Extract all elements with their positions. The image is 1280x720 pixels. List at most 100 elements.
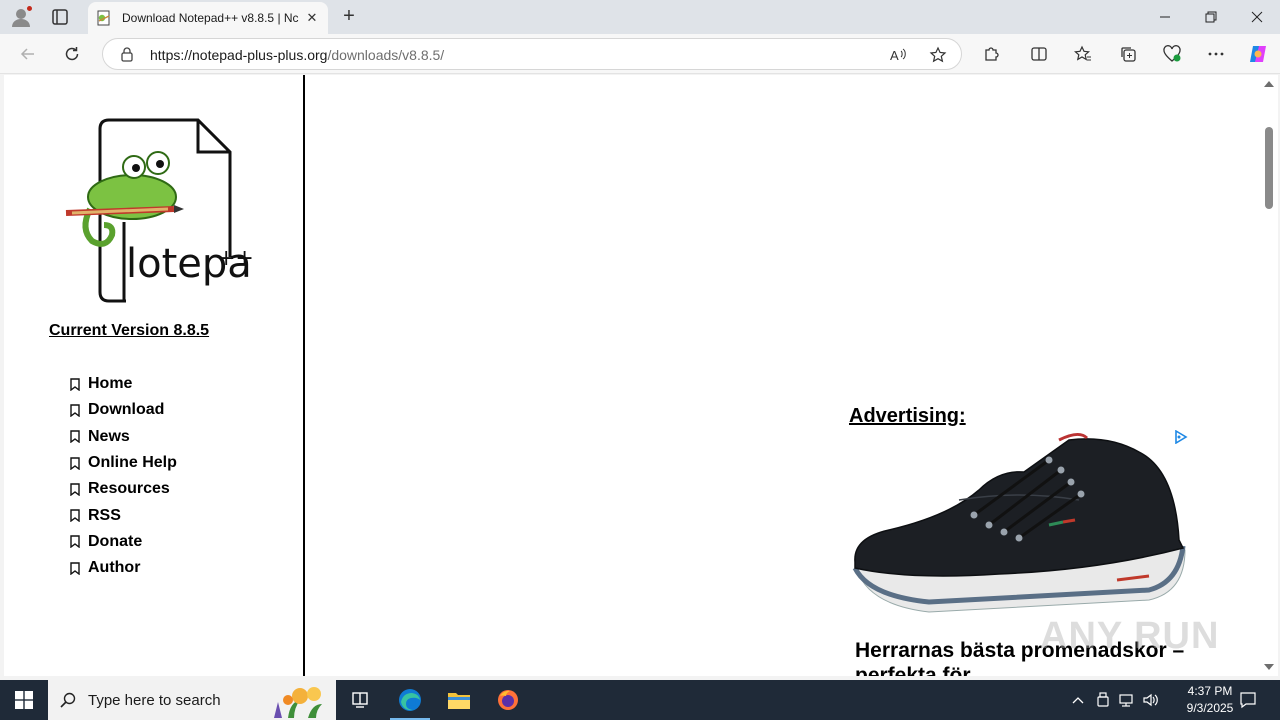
bookmark-icon — [70, 535, 80, 549]
taskbar-file-explorer[interactable] — [435, 680, 483, 720]
sidebar-item-online-help[interactable]: Online Help — [70, 450, 177, 476]
notepad-favicon-icon — [97, 10, 110, 26]
refresh-button[interactable] — [60, 42, 84, 66]
nav-label: Resources — [88, 480, 170, 498]
back-arrow-icon — [20, 48, 34, 60]
heart-pulse-icon — [1163, 45, 1181, 62]
notification-dot — [26, 5, 33, 12]
collections-button[interactable] — [1116, 42, 1140, 66]
scroll-up-icon[interactable] — [1264, 81, 1274, 87]
scroll-thumb[interactable] — [1265, 127, 1273, 209]
profile-button[interactable] — [10, 5, 33, 28]
device-tray-icon[interactable] — [1094, 680, 1112, 720]
tab-actions-button[interactable] — [50, 7, 70, 27]
chevron-up-icon — [1072, 697, 1084, 704]
sidebar-item-resources[interactable]: Resources — [70, 476, 177, 502]
search-highlight-flowers-icon — [274, 687, 322, 718]
scroll-down-icon[interactable] — [1264, 664, 1274, 670]
site-info-icon[interactable] — [119, 46, 135, 62]
url-path: /downloads/v8.8.5/ — [327, 47, 445, 63]
favorites-icon — [1074, 45, 1091, 61]
windows-logo-icon — [15, 691, 33, 709]
url-text[interactable]: https://notepad-plus-plus.org/downloads/… — [150, 47, 444, 63]
minimize-icon[interactable] — [1142, 0, 1188, 34]
favorite-star-icon[interactable] — [929, 46, 947, 64]
tab-actions-icon — [52, 9, 68, 25]
address-bar[interactable]: https://notepad-plus-plus.org/downloads/… — [102, 38, 962, 70]
browser-essentials-button[interactable] — [1160, 42, 1184, 66]
svg-text:++: ++ — [217, 246, 252, 271]
nav-label: Online Help — [88, 454, 177, 472]
more-dots-icon — [1208, 52, 1224, 56]
advertising-heading: Advertising: — [849, 405, 966, 427]
notifications-button[interactable] — [1236, 680, 1260, 720]
search-icon — [60, 692, 76, 708]
tab-strip: Download Notepad++ v8.8.5 | Nc ✕ + — [0, 0, 1280, 34]
show-hidden-icons-button[interactable] — [1068, 680, 1088, 720]
puzzle-icon — [985, 47, 999, 61]
browser-toolbar: https://notepad-plus-plus.org/downloads/… — [0, 34, 1280, 74]
back-button[interactable] — [16, 42, 40, 66]
sidebar-item-rss[interactable]: RSS — [70, 502, 177, 528]
copilot-icon — [1250, 46, 1266, 62]
sidebar-item-home[interactable]: Home — [70, 371, 177, 397]
nav-label: RSS — [88, 506, 121, 524]
bookmark-icon — [70, 404, 80, 417]
sidebar-item-news[interactable]: News — [70, 424, 177, 450]
read-aloud-icon[interactable]: A — [889, 46, 907, 64]
tab-notepad-download[interactable]: Download Notepad++ v8.8.5 | Nc ✕ — [88, 2, 328, 34]
nav-label: Home — [88, 375, 133, 393]
firefox-icon — [498, 690, 518, 710]
network-tray-icon[interactable] — [1116, 680, 1136, 720]
ad-shoe-image[interactable] — [849, 430, 1189, 625]
new-tab-icon[interactable]: + — [338, 6, 360, 28]
bookmark-icon — [70, 377, 80, 391]
page-content: lotepad ++ Current Version 8.8.5 Home Do… — [4, 75, 1260, 676]
split-screen-icon — [1031, 47, 1047, 61]
network-icon — [1119, 694, 1133, 707]
sidebar-nav: Home Download News Online Help Resources… — [70, 371, 177, 581]
bookmark-icon — [70, 562, 80, 575]
taskbar-search[interactable]: Type here to search — [48, 680, 336, 720]
favorites-button[interactable] — [1071, 42, 1095, 66]
start-button[interactable] — [0, 680, 48, 720]
task-view-icon — [352, 692, 368, 708]
taskbar-firefox[interactable] — [484, 680, 532, 720]
usb-device-icon — [1097, 692, 1109, 707]
close-window-icon[interactable] — [1234, 0, 1280, 34]
refresh-icon — [65, 47, 79, 61]
settings-more-button[interactable] — [1204, 42, 1228, 66]
nav-label: Download — [88, 401, 165, 419]
speaker-icon — [1143, 693, 1158, 707]
copilot-button[interactable] — [1246, 42, 1270, 66]
sidebar-item-download[interactable]: Download — [70, 397, 177, 423]
notification-center-icon — [1240, 692, 1256, 709]
bookmark-icon — [70, 509, 80, 523]
current-version-link[interactable]: Current Version 8.8.5 — [49, 322, 209, 340]
notepad-plus-plus-logo[interactable]: lotepad ++ — [62, 117, 252, 303]
split-screen-button[interactable] — [1027, 42, 1051, 66]
taskbar-edge[interactable] — [386, 680, 434, 720]
restore-icon[interactable] — [1188, 0, 1234, 34]
sidebar-item-author[interactable]: Author — [70, 555, 177, 581]
anyrun-watermark: ANY RUN — [1040, 615, 1220, 657]
svg-text:A: A — [890, 48, 899, 63]
tab-title: Download Notepad++ v8.8.5 | Nc — [122, 11, 299, 25]
bookmark-icon — [70, 456, 80, 470]
extensions-button[interactable] — [979, 42, 1003, 66]
sidebar-item-donate[interactable]: Donate — [70, 529, 177, 555]
nav-label: Donate — [88, 532, 143, 550]
windows-taskbar: Type here to search 4:37 PM 9/3/2025 — [0, 680, 1280, 720]
nav-label: News — [88, 427, 130, 445]
sidebar: lotepad ++ Current Version 8.8.5 Home Do… — [4, 75, 305, 676]
volume-tray-icon[interactable] — [1140, 680, 1162, 720]
close-tab-icon[interactable]: ✕ — [304, 10, 320, 26]
adchoices-icon[interactable] — [1174, 430, 1188, 444]
collections-icon — [1121, 47, 1136, 62]
url-host: https://notepad-plus-plus.org — [150, 47, 328, 63]
nav-label: Author — [88, 559, 141, 577]
page-scrollbar[interactable] — [1260, 75, 1278, 676]
search-placeholder: Type here to search — [88, 691, 221, 709]
bookmark-icon — [70, 483, 80, 496]
task-view-button[interactable] — [336, 680, 384, 720]
